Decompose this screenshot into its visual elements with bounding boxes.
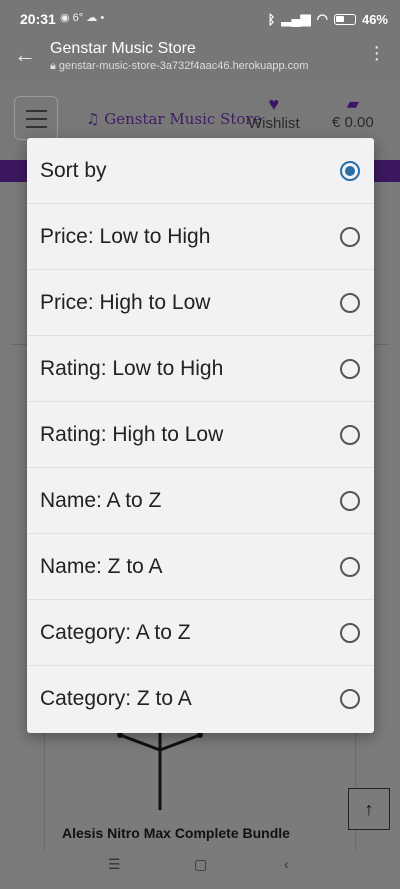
radio-unselected-icon[interactable] bbox=[340, 491, 360, 511]
sort-option-label: Price: High to Low bbox=[40, 291, 211, 314]
battery-icon bbox=[333, 13, 356, 25]
browser-toolbar: ← Genstar Music Store 🔒︎ genstar-music-s… bbox=[0, 37, 400, 80]
arrow-up-icon[interactable]: ↑ bbox=[348, 788, 390, 830]
radio-unselected-icon[interactable] bbox=[340, 293, 360, 313]
hamburger-line bbox=[26, 126, 47, 128]
wifi-icon: ◠ bbox=[316, 11, 328, 26]
radio-unselected-icon[interactable] bbox=[340, 425, 360, 445]
radio-unselected-icon[interactable] bbox=[340, 557, 360, 577]
browser-page-title: Genstar Music Store bbox=[50, 40, 196, 57]
product-image bbox=[117, 730, 203, 810]
heart-icon: ♥ bbox=[268, 94, 280, 114]
arrow-left-icon[interactable]: ← bbox=[14, 42, 36, 68]
radio-unselected-icon[interactable] bbox=[340, 623, 360, 643]
status-system-icons: ᛒ ▂▄▆ ◠ 46% bbox=[268, 11, 388, 27]
hamburger-button[interactable] bbox=[14, 96, 58, 140]
dot-icon: • bbox=[100, 12, 105, 24]
sort-option-label: Rating: High to Low bbox=[40, 423, 224, 446]
product-name[interactable]: Alesis Nitro Max Complete Bundle bbox=[62, 825, 290, 841]
radio-unselected-icon[interactable] bbox=[340, 227, 360, 247]
shopping-bag-icon: ▰ bbox=[346, 96, 360, 113]
signal-icon: ▂▄▆ bbox=[281, 11, 311, 26]
status-time: 20:31 bbox=[20, 11, 56, 27]
radio-unselected-icon[interactable] bbox=[340, 359, 360, 379]
sort-option-category-asc[interactable]: Category: A to Z bbox=[27, 600, 374, 666]
whatsapp-icon: ◉ bbox=[60, 12, 70, 24]
recents-icon[interactable]: ☰ bbox=[108, 856, 121, 873]
sort-dialog: Sort by Price: Low to High Price: High t… bbox=[27, 138, 374, 733]
cloud-icon: ☁ bbox=[86, 12, 98, 24]
sort-option-label: Name: A to Z bbox=[40, 489, 162, 512]
wishlist-link[interactable]: ♥ Wishlist bbox=[248, 94, 300, 132]
cart-total: € 0.00 bbox=[332, 114, 374, 131]
sort-option-label: Name: Z to A bbox=[40, 555, 163, 578]
lock-icon: 🔒︎ bbox=[50, 60, 56, 72]
battery-percent: 46% bbox=[361, 11, 388, 27]
wishlist-label: Wishlist bbox=[248, 115, 300, 132]
sort-option-label: Rating: Low to High bbox=[40, 357, 224, 380]
browser-url[interactable]: 🔒︎ genstar-music-store-3a732f4aac46.hero… bbox=[50, 60, 308, 73]
sort-option-label: Category: Z to A bbox=[40, 687, 192, 710]
system-nav-bar: ☰ ▢ ‹ bbox=[0, 852, 400, 889]
temperature-indicator: 6° bbox=[72, 12, 84, 24]
sort-option-name-asc[interactable]: Name: A to Z bbox=[27, 468, 374, 534]
brand-logo[interactable]: ♫ Genstar Music Store bbox=[86, 110, 261, 128]
radio-selected-icon[interactable] bbox=[340, 161, 360, 181]
sort-option-category-desc[interactable]: Category: Z to A bbox=[27, 666, 374, 732]
radio-unselected-icon[interactable] bbox=[340, 689, 360, 709]
cart-link[interactable]: ▰ € 0.00 bbox=[332, 94, 374, 131]
sort-option-name-desc[interactable]: Name: Z to A bbox=[27, 534, 374, 600]
brand-name: Genstar Music Store bbox=[104, 110, 262, 128]
sort-option-default[interactable]: Sort by bbox=[27, 138, 374, 204]
bluetooth-icon: ᛒ bbox=[267, 11, 276, 27]
browser-url-text: genstar-music-store-3a732f4aac46.herokua… bbox=[58, 60, 309, 72]
more-vert-icon[interactable]: · · · bbox=[373, 37, 380, 69]
sort-option-label: Price: Low to High bbox=[40, 225, 211, 248]
status-bar: 20:31 ◉ 6° ☁ • ᛒ ▂▄▆ ◠ 46% bbox=[0, 0, 400, 38]
home-icon[interactable]: ▢ bbox=[194, 856, 207, 873]
sort-option-price-desc[interactable]: Price: High to Low bbox=[27, 270, 374, 336]
hamburger-line bbox=[26, 110, 47, 112]
sort-option-rating-asc[interactable]: Rating: Low to High bbox=[27, 336, 374, 402]
status-notification-icons: ◉ 6° ☁ • bbox=[60, 11, 104, 24]
sort-option-rating-desc[interactable]: Rating: High to Low bbox=[27, 402, 374, 468]
hamburger-line bbox=[26, 118, 47, 120]
sort-option-label: Sort by bbox=[40, 159, 107, 182]
back-icon[interactable]: ‹ bbox=[284, 856, 289, 872]
sort-option-label: Category: A to Z bbox=[40, 621, 191, 644]
music-note-icon: ♫ bbox=[86, 110, 100, 128]
sort-option-price-asc[interactable]: Price: Low to High bbox=[27, 204, 374, 270]
